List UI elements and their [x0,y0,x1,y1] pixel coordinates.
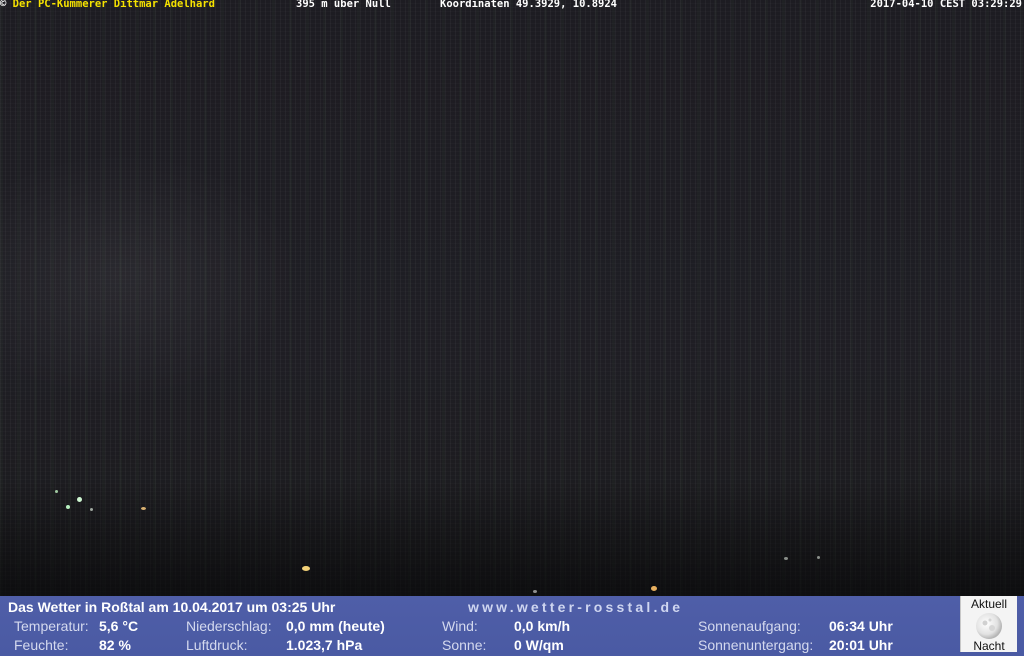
distant-light [302,566,310,571]
horizon-ground [0,480,1024,596]
humidity-value: 82 % [99,637,131,653]
temperature-label: Temperatur: [14,618,89,634]
moon-phase-box: Aktuell Nacht [960,596,1017,653]
pressure-label: Luftdruck: [186,637,248,653]
panel-title: Das Wetter in Roßtal am 10.04.2017 um 03… [8,599,336,615]
temperature-value: 5,6 °C [99,618,139,634]
distant-light [55,490,58,493]
sun-value: 0 W/qm [514,637,564,653]
overlay-timestamp: 2017-04-10 CEST 03:29:29 [870,0,1022,10]
distant-light [651,586,657,591]
moon-bottom-label: Nacht [973,639,1005,653]
image-noise [0,150,300,400]
pressure-value: 1.023,7 hPa [286,637,363,653]
weather-panel: Das Wetter in Roßtal am 10.04.2017 um 03… [0,596,1024,656]
overlay-coordinates: Koordinaten 49.3929, 10.8924 [440,0,618,10]
precipitation-label: Niederschlag: [186,618,272,634]
owner-name: Der PC-Kümmerer Dittmar Adelhard [12,0,215,10]
precipitation-value: 0,0 mm (heute) [286,618,385,634]
sunrise-label: Sonnenaufgang: [698,618,801,634]
wind-label: Wind: [442,618,478,634]
website-link[interactable]: www.wetter-rosstal.de [468,599,683,615]
distant-light [817,556,820,559]
moon-icon [976,613,1002,639]
sun-label: Sonne: [442,637,487,653]
distant-light [533,590,537,593]
distant-light [141,507,146,510]
distant-light [90,508,93,511]
overlay-owner: © Der PC-Kümmerer Dittmar Adelhard [0,0,215,10]
overlay-bar: © Der PC-Kümmerer Dittmar Adelhard 395 m… [0,0,1024,10]
copyright-symbol: © [0,0,7,10]
sunset-label: Sonnenuntergang: [698,637,814,653]
webcam-night-image: © Der PC-Kümmerer Dittmar Adelhard 395 m… [0,0,1024,596]
humidity-label: Feuchte: [14,637,69,653]
distant-light [784,557,788,560]
distant-light [66,505,70,509]
overlay-altitude: 395 m über Null [296,0,391,10]
wind-value: 0,0 km/h [514,618,571,634]
distant-light [77,497,82,502]
sunrise-value: 06:34 Uhr [829,618,893,634]
sunset-value: 20:01 Uhr [829,637,893,653]
moon-top-label: Aktuell [970,597,1008,611]
